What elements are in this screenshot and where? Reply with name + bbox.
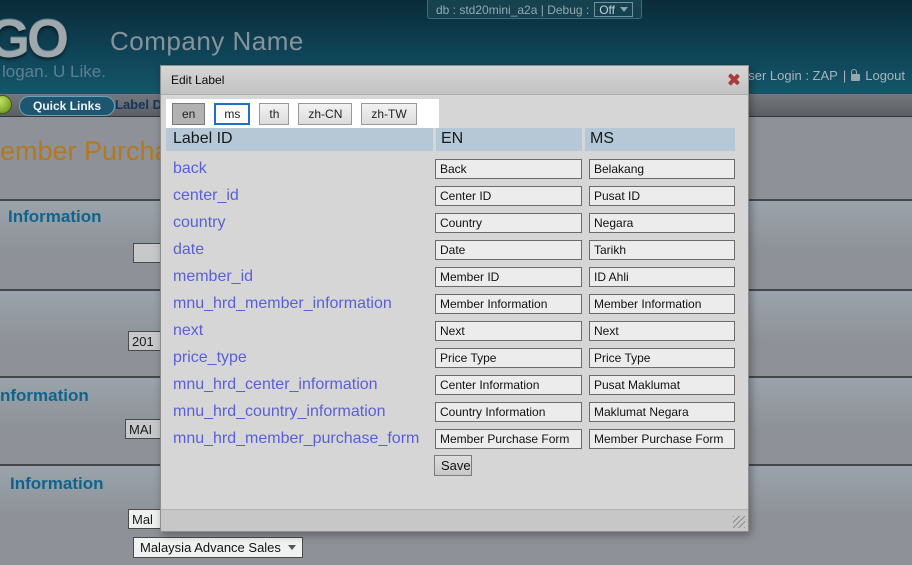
chevron-down-icon xyxy=(288,545,296,550)
en-input[interactable] xyxy=(435,429,582,449)
page-title: ember Purcha xyxy=(0,136,170,167)
label-id-link[interactable]: next xyxy=(173,322,203,340)
label-id-link[interactable]: center_id xyxy=(173,187,239,205)
table-row: member_id xyxy=(161,266,748,293)
en-input[interactable] xyxy=(435,348,582,368)
ms-input[interactable] xyxy=(589,375,735,395)
ms-input[interactable] xyxy=(589,240,735,260)
table-row: country xyxy=(161,212,748,239)
dialog-titlebar[interactable]: Edit Label xyxy=(161,66,748,95)
separator: | xyxy=(843,68,846,83)
column-header-ms: MS xyxy=(585,128,735,151)
label-id-link[interactable]: date xyxy=(173,241,204,259)
tab-zh-CN[interactable]: zh-CN xyxy=(298,103,352,125)
price-type-select[interactable]: Malaysia Advance Sales xyxy=(133,537,303,558)
en-input[interactable] xyxy=(435,213,582,233)
section-title: nformation xyxy=(0,386,89,406)
en-input[interactable] xyxy=(435,294,582,314)
label-id-link[interactable]: mnu_hrd_country_information xyxy=(173,403,386,421)
close-icon[interactable] xyxy=(727,73,740,86)
dialog-title: Edit Label xyxy=(171,73,224,87)
table-row: mnu_hrd_country_information xyxy=(161,401,748,428)
quick-links-button[interactable]: Quick Links xyxy=(19,96,115,116)
label-id-link[interactable]: mnu_hrd_member_purchase_form xyxy=(173,430,419,448)
ms-input[interactable] xyxy=(589,402,735,422)
user-login-area: User Login : ZAP | Logout xyxy=(739,68,905,83)
column-header-en: EN xyxy=(436,128,582,151)
table-row: mnu_hrd_member_information xyxy=(161,293,748,320)
ms-input[interactable] xyxy=(589,294,735,314)
tab-ms[interactable]: ms xyxy=(214,103,250,125)
label-id-link[interactable]: mnu_hrd_center_information xyxy=(173,376,378,394)
edit-label-dialog: Edit Label enmsthzh-CNzh-TW Label ID EN … xyxy=(160,65,749,532)
ms-input[interactable] xyxy=(589,213,735,233)
resize-grip-icon[interactable] xyxy=(733,516,745,528)
dialog-footer xyxy=(161,509,748,531)
table-row: center_id xyxy=(161,185,748,212)
label-id-link[interactable]: price_type xyxy=(173,349,247,367)
save-button[interactable]: Save xyxy=(434,455,472,476)
en-input[interactable] xyxy=(435,159,582,179)
en-input[interactable] xyxy=(435,321,582,341)
tab-en[interactable]: en xyxy=(172,103,205,125)
price-type-value: Malaysia Advance Sales xyxy=(140,540,281,555)
label-id-link[interactable]: member_id xyxy=(173,268,253,286)
ms-input[interactable] xyxy=(589,321,735,341)
ms-input[interactable] xyxy=(589,267,735,287)
table-row: next xyxy=(161,320,748,347)
ms-input[interactable] xyxy=(589,186,735,206)
section-title: Information xyxy=(8,207,102,227)
nav-item-label-definition[interactable]: Label D xyxy=(115,97,162,112)
table-row: date xyxy=(161,239,748,266)
label-table: back center_id country date member_id mn… xyxy=(161,158,748,455)
tab-th[interactable]: th xyxy=(259,103,289,125)
tab-zh-TW[interactable]: zh-TW xyxy=(361,103,416,125)
db-label: db : std20mini_a2a | Debug : xyxy=(436,3,589,17)
label-id-link[interactable]: back xyxy=(173,160,207,178)
company-logo: GO xyxy=(0,8,66,70)
en-input[interactable] xyxy=(435,402,582,422)
logout-link[interactable]: Logout xyxy=(865,68,905,83)
en-input[interactable] xyxy=(435,267,582,287)
debug-value: Off xyxy=(599,3,615,17)
table-row: back xyxy=(161,158,748,185)
label-id-link[interactable]: country xyxy=(173,214,225,232)
db-debug-bar: db : std20mini_a2a | Debug : Off xyxy=(427,0,642,19)
section-title: Information xyxy=(10,474,104,494)
column-header-label-id: Label ID xyxy=(166,128,433,151)
en-input[interactable] xyxy=(435,240,582,260)
ms-input[interactable] xyxy=(589,429,735,449)
company-name: Company Name xyxy=(110,26,304,57)
language-tabs: enmsth zh-CN zh-TW xyxy=(166,99,439,128)
user-login-label: User Login : ZAP xyxy=(739,68,838,83)
lock-icon xyxy=(851,74,860,81)
table-row: price_type xyxy=(161,347,748,374)
chevron-down-icon xyxy=(620,7,628,12)
label-id-link[interactable]: mnu_hrd_member_information xyxy=(173,295,392,313)
debug-select[interactable]: Off xyxy=(594,2,633,17)
ms-input[interactable] xyxy=(589,159,735,179)
table-row: mnu_hrd_center_information xyxy=(161,374,748,401)
ms-input[interactable] xyxy=(589,348,735,368)
en-input[interactable] xyxy=(435,375,582,395)
logo-tagline: logan. U Like. xyxy=(2,62,106,82)
en-input[interactable] xyxy=(435,186,582,206)
table-row: mnu_hrd_member_purchase_form xyxy=(161,428,748,455)
